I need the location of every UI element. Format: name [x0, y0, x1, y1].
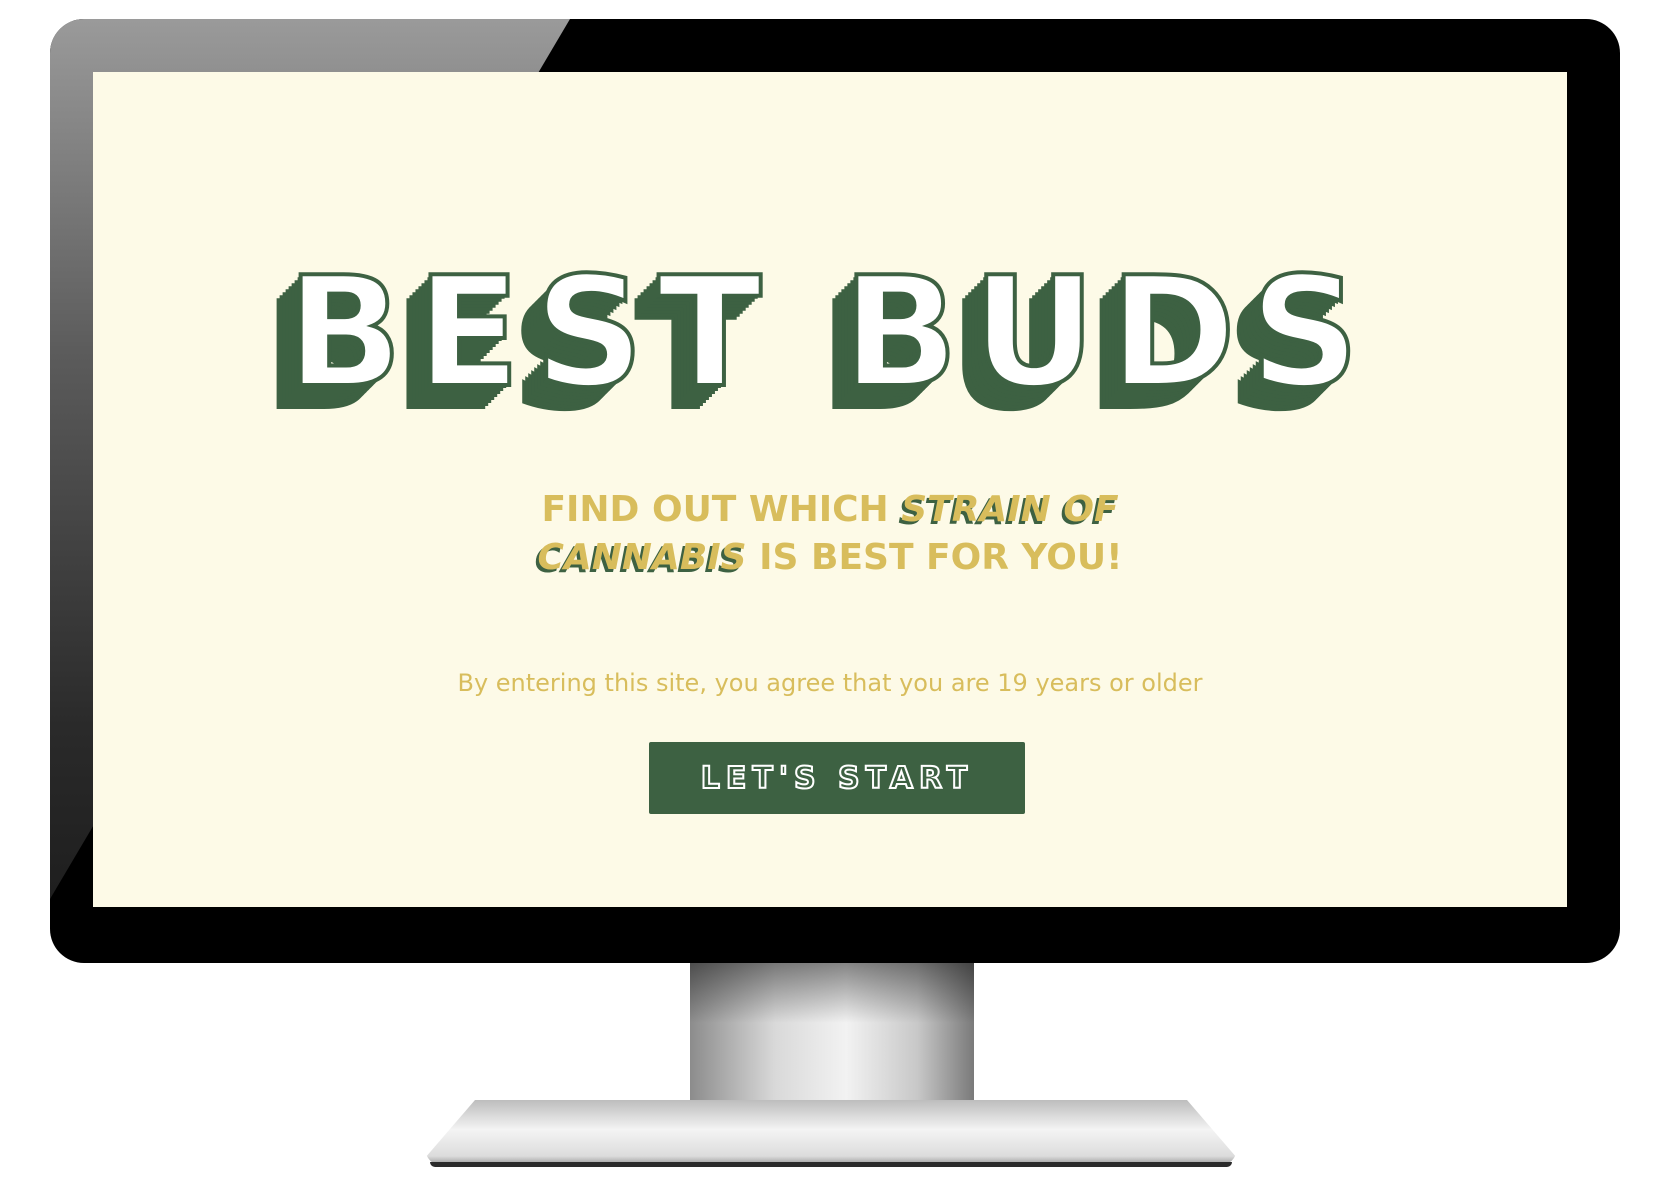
tagline: FIND OUT WHICH STRAIN OF CANNABIS IS BES… [530, 486, 1130, 582]
monitor-stand-base [425, 1100, 1237, 1166]
landing-page: BEST BUDS FIND OUT WHICH STRAIN OF CANNA… [93, 72, 1567, 907]
monitor-stand-base-edge [430, 1162, 1232, 1167]
tagline-part-2: IS BEST FOR YOU! [746, 537, 1123, 578]
monitor-mockup: BEST BUDS FIND OUT WHICH STRAIN OF CANNA… [0, 0, 1660, 1180]
tagline-part-1: FIND OUT WHICH [541, 489, 902, 530]
brand-title: BEST BUDS [285, 244, 1374, 421]
monitor-stand-shadow [690, 963, 974, 1023]
lets-start-button[interactable]: LET'S START [649, 742, 1025, 814]
age-disclaimer: By entering this site, you agree that yo… [457, 669, 1203, 697]
